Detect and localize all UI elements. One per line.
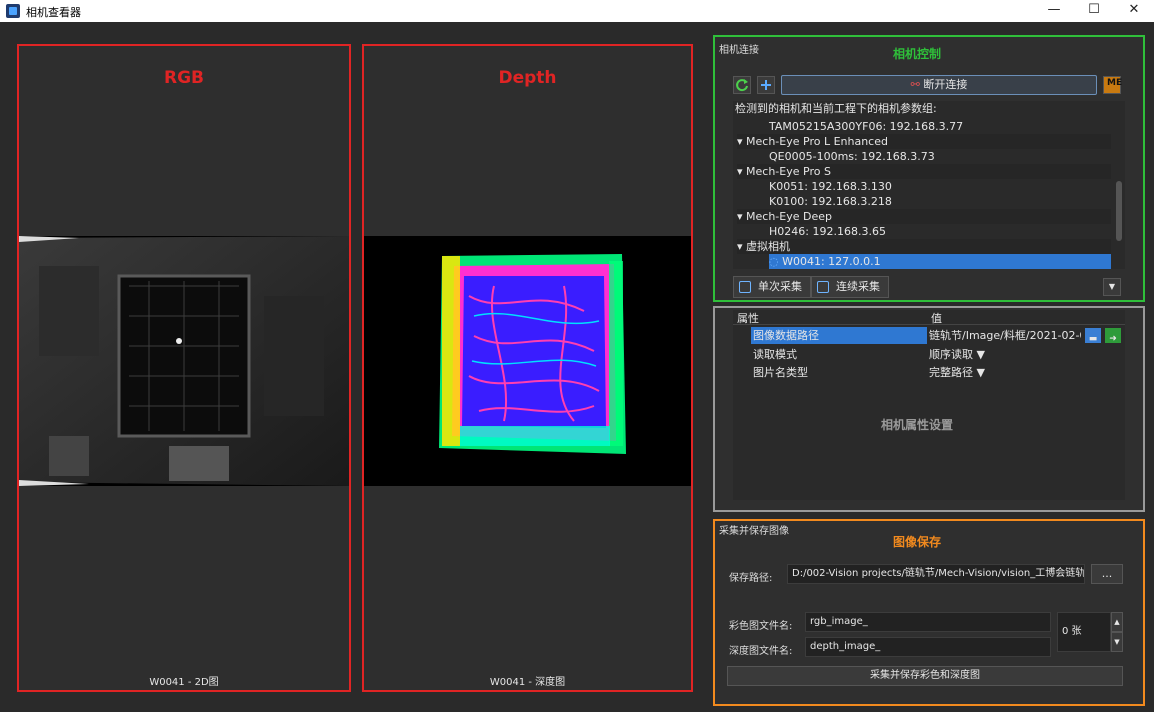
tree-group-row[interactable]: ▾ Mech-Eye Deep: [737, 209, 1111, 224]
tree-item-camera[interactable]: H0246: 192.168.3.65: [769, 224, 886, 239]
unlink-icon: ⚯: [910, 78, 924, 91]
image-icon: [739, 281, 751, 293]
minimize-button[interactable]: —: [1034, 0, 1074, 22]
save-images-label: 采集并保存图像: [719, 526, 789, 537]
property-name: 读取模式: [753, 348, 797, 361]
rgb-image: [19, 236, 349, 486]
rgb-caption: W0041 - 2D图: [149, 677, 219, 688]
image-save-annotation: 图像保存: [893, 535, 942, 549]
disconnect-label: 断开连接: [923, 78, 968, 91]
property-table-header: 属性 值: [733, 310, 1125, 325]
tree-group-label: Mech-Eye Deep: [746, 210, 832, 223]
property-column-header: 属性: [737, 312, 759, 325]
browse-folder-button[interactable]: ▬: [1085, 328, 1101, 344]
depth-filename-label: 深度图文件名:: [729, 646, 793, 657]
mech-eye-logo-icon: ME: [1107, 78, 1123, 88]
rgb-view[interactable]: RGB W0041 - 2D图: [17, 44, 351, 692]
arrow-right-icon: ➜: [1109, 334, 1117, 344]
tree-header: 检测到的相机和当前工程下的相机参数组:: [735, 102, 937, 115]
camera-status-icon: ◌: [769, 255, 783, 268]
depth-filename-field[interactable]: depth_image_: [805, 637, 1051, 657]
property-value-path[interactable]: 链轨节/Image/料框/2021-02-05: [929, 327, 1081, 344]
images-icon: [817, 281, 829, 293]
camera-control-annotation: 相机控制: [893, 47, 942, 61]
property-table[interactable]: 属性 值 图像数据路径 链轨节/Image/料框/2021-02-05 ▬ ➜ …: [733, 310, 1125, 500]
window-title: 相机查看器: [26, 6, 81, 19]
property-name: 图片名类型: [753, 366, 808, 379]
close-button[interactable]: ✕: [1114, 0, 1154, 22]
camera-properties-annotation: 相机属性设置: [881, 418, 954, 432]
tree-group-label: Mech-Eye Pro S: [746, 165, 831, 178]
tree-group-row[interactable]: ▾ Mech-Eye Pro S: [737, 164, 1111, 179]
tree-item-selected[interactable]: ◌ W0041: 127.0.0.1: [769, 254, 1111, 269]
value-column-header: 值: [931, 312, 942, 325]
app-icon: [6, 4, 20, 18]
rgb-annotation: RGB: [163, 68, 204, 88]
capture-count-spinbox[interactable]: 0 张: [1057, 612, 1111, 652]
mech-eye-logo-button[interactable]: ME: [1103, 76, 1123, 94]
tree-group-row[interactable]: ▾ 虚拟相机: [737, 239, 1111, 254]
camera-connection-label: 相机连接: [719, 45, 759, 56]
read-mode-select[interactable]: 顺序读取 ▼: [929, 346, 985, 363]
tree-group-label: Mech-Eye Pro L Enhanced: [746, 135, 888, 148]
camera-connection-panel: 相机连接 相机控制 ⚯ 断开连接 ME 检测到的相机和当前工程下的相机参数组: …: [713, 35, 1145, 302]
add-camera-button[interactable]: [757, 76, 775, 94]
camera-properties-panel: 属性 值 图像数据路径 链轨节/Image/料框/2021-02-05 ▬ ➜ …: [713, 306, 1145, 512]
spin-down-button[interactable]: ▼: [1111, 632, 1123, 652]
maximize-button[interactable]: ☐: [1074, 0, 1114, 22]
save-path-label: 保存路径:: [729, 573, 773, 584]
continuous-capture-label: 连续采集: [836, 280, 880, 293]
tree-group-row[interactable]: ▾ Mech-Eye Pro L Enhanced: [737, 134, 1111, 149]
property-row[interactable]: 图像数据路径 链轨节/Image/料框/2021-02-05 ▬ ➜: [733, 327, 1125, 344]
continuous-capture-button[interactable]: 连续采集: [811, 276, 889, 298]
color-filename-label: 彩色图文件名:: [729, 621, 793, 632]
chevron-down-icon: ▼: [1114, 638, 1120, 646]
color-filename-field[interactable]: rgb_image_: [805, 612, 1051, 632]
single-capture-label: 单次采集: [758, 280, 802, 293]
spin-up-button[interactable]: ▲: [1111, 612, 1123, 632]
depth-image: [364, 236, 691, 486]
chevron-up-icon: ▲: [1114, 618, 1120, 626]
depth-view[interactable]: Depth W0041 - 深度图: [362, 44, 693, 692]
single-capture-button[interactable]: 单次采集: [733, 276, 811, 298]
depth-caption: W0041 - 深度图: [489, 677, 566, 688]
browse-button[interactable]: ...: [1091, 564, 1123, 584]
save-images-panel: 采集并保存图像 图像保存 保存路径: D:/002-Vision project…: [713, 519, 1145, 706]
tree-group-label: 虚拟相机: [746, 240, 791, 253]
disconnect-button[interactable]: ⚯ 断开连接: [781, 75, 1097, 95]
tree-item-label: W0041: 127.0.0.1: [782, 255, 881, 268]
capture-save-button[interactable]: 采集并保存彩色和深度图: [727, 666, 1123, 686]
depth-annotation: Depth: [498, 68, 557, 88]
scrollbar-thumb[interactable]: [1116, 181, 1122, 241]
title-bar: 相机查看器 — ☐ ✕: [0, 0, 1154, 22]
property-name: 图像数据路径: [751, 327, 927, 344]
filename-type-select[interactable]: 完整路径 ▼: [929, 364, 985, 381]
plus-icon: [761, 80, 771, 90]
tree-item-camera[interactable]: K0100: 192.168.3.218: [769, 194, 892, 209]
folder-icon: ▬: [1088, 334, 1098, 344]
chevron-down-icon: ▼: [1108, 282, 1116, 291]
tree-scrollbar[interactable]: [1115, 101, 1123, 269]
refresh-icon: [736, 79, 748, 92]
property-row[interactable]: 图片名类型 完整路径 ▼: [733, 364, 1125, 381]
apply-path-button[interactable]: ➜: [1105, 328, 1121, 344]
tree-item-camera[interactable]: QE0005-100ms: 192.168.3.73: [769, 149, 935, 164]
tree-item-camera[interactable]: K0051: 192.168.3.130: [769, 179, 892, 194]
refresh-button[interactable]: [733, 76, 751, 94]
property-row[interactable]: 读取模式 顺序读取 ▼: [733, 346, 1125, 363]
tree-item-camera[interactable]: TAM05215A300YF06: 192.168.3.77: [769, 119, 963, 134]
expand-button[interactable]: ▼: [1103, 278, 1121, 296]
camera-tree[interactable]: 检测到的相机和当前工程下的相机参数组: TAM05215A300YF06: 19…: [733, 101, 1125, 269]
save-path-field[interactable]: D:/002-Vision projects/链轨节/Mech-Vision/v…: [787, 564, 1085, 584]
